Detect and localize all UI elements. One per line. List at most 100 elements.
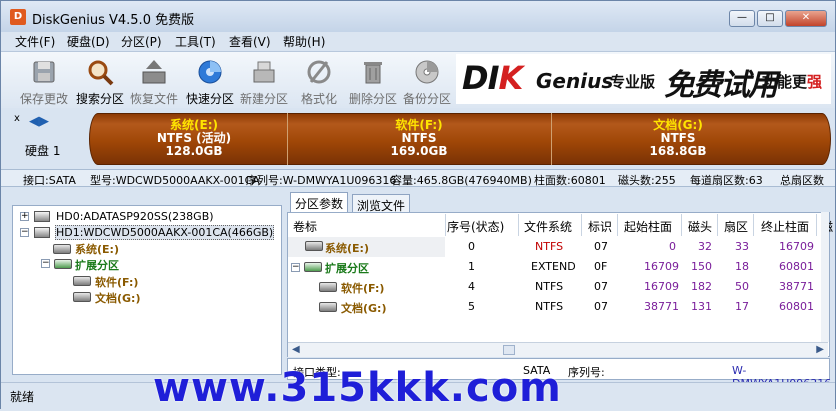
tree-item-system[interactable]: 系统(E:) [75,241,119,257]
menu-tools[interactable]: 工具(T) [175,33,216,50]
table-row-label[interactable]: 系统(E:) [325,240,369,256]
banner-brand-a: DI [462,59,499,97]
format-button[interactable]: 格式化 [291,55,347,107]
maximize-button[interactable]: □ [757,10,783,27]
close-button[interactable]: ✕ [785,10,827,27]
menu-view[interactable]: 查看(V) [229,33,271,50]
cell-end-cyl: 60801 [779,260,814,273]
cell-head: 182 [691,280,712,293]
tab-browse-files[interactable]: 浏览文件 [352,194,411,213]
menu-file[interactable]: 文件(F) [15,33,55,50]
format-label: 格式化 [300,92,337,106]
cell-filesystem: EXTEND [531,260,576,273]
scroll-right-icon[interactable]: ▶ [816,344,824,355]
trash-icon [364,62,382,84]
cell-start-cyl: 16709 [644,280,679,293]
disk-label: 硬盘 1 [25,144,61,158]
partition-icon [319,282,337,292]
banner-more-b: 强 [807,73,823,91]
quick-partition-icon [198,60,222,84]
expand-toggle-icon[interactable]: + [20,212,29,221]
tab-partition-params[interactable]: 分区参数 [290,192,349,212]
column-divider [445,214,446,236]
status-text: 就绪 [10,390,35,404]
collapse-toggle-icon[interactable]: − [41,259,50,268]
backup-partition-label: 备份分区 [402,92,451,106]
column-divider [681,214,682,236]
quick-partition-button[interactable]: 快速分区 [182,55,238,107]
partition-size: 168.8GB [649,144,707,158]
cell-head: 150 [691,260,712,273]
format-icon [307,60,331,84]
new-partition-button[interactable]: 新建分区 [236,55,292,107]
cell-id: 07 [594,300,608,313]
info-sectors: 每道扇区数:63 [690,174,763,187]
tree-item-hd0[interactable]: HD0:ADATASP920SS(238GB) [56,210,214,223]
column-divider [581,214,582,236]
table-horizontal-scrollbar[interactable]: ◀ ▶ [288,342,828,357]
partition-segment-system[interactable]: 系统(E:) NTFS (活动) 128.0GB [101,119,287,158]
delete-partition-label: 删除分区 [348,92,397,106]
scroll-left-icon[interactable]: ◀ [292,344,300,355]
col-header-sector[interactable]: 扇区 [724,218,748,235]
col-header-id[interactable]: 标识 [588,218,612,235]
table-row-label[interactable]: 软件(F:) [341,280,384,296]
info-capacity: 容量:465.8GB(476940MB) [391,174,532,187]
partition-segment-docs[interactable]: 文档(G:) NTFS 168.8GB [552,119,804,158]
cell-index: 0 [468,240,475,253]
cell-end-cyl: 60801 [779,300,814,313]
info-model: 型号:WDCWD5000AAKX-001CA [90,174,260,187]
banner-edition: 专业版 [610,73,656,91]
delete-partition-button[interactable]: 删除分区 [345,55,401,107]
cell-start-cyl: 16709 [644,260,679,273]
promo-banner[interactable]: DIK Genius 专业版 免费试用 功能更强 [456,54,831,104]
col-header-label[interactable]: 卷标 [293,218,317,235]
info-serial: 序列号:W-DMWYA1U096316 [246,174,397,187]
tree-item-docs[interactable]: 文档(G:) [95,290,140,306]
magnifier-icon [88,60,114,86]
quick-partition-label: 快速分区 [185,92,234,106]
menu-partition[interactable]: 分区(P) [121,33,162,50]
partition-icon [73,292,91,302]
cell-end-cyl: 16709 [779,240,814,253]
cell-id: 0F [594,260,608,273]
menu-disk[interactable]: 硬盘(D) [67,33,110,50]
table-vertical-scrollbar[interactable] [821,212,829,342]
info-heads: 磁头数:255 [618,174,676,187]
minimize-button[interactable]: — [729,10,755,27]
cell-end-cyl: 38771 [779,280,814,293]
disk-panel-close-icon[interactable]: x [14,113,20,124]
backup-disc-icon [415,60,439,84]
column-divider [717,214,718,236]
banner-brand-b: K [498,59,523,97]
info-interface: 接口:SATA [23,174,76,187]
menu-help[interactable]: 帮助(H) [283,33,325,50]
partition-segment-software[interactable]: 软件(F:) NTFS 169.0GB [288,119,550,158]
tree-item-extended[interactable]: 扩展分区 [75,257,119,273]
col-header-end-cyl[interactable]: 终止柱面 [761,218,809,235]
tree-item-hd1[interactable]: HD1:WDCWD5000AAKX-001CA(466GB) [55,225,275,240]
search-partition-label: 搜索分区 [75,92,124,106]
extended-partition-icon [54,259,72,269]
cell-id: 07 [594,240,608,253]
watermark-text: www.315kkk.com [153,365,562,411]
tree-item-software[interactable]: 软件(F:) [95,274,138,290]
banner-brand-rest: Genius [536,69,614,93]
table-row-label[interactable]: 文档(G:) [341,300,386,316]
col-header-filesystem[interactable]: 文件系统 [524,218,572,235]
recover-files-button[interactable]: 恢复文件 [126,55,182,107]
partition-size: 169.0GB [390,144,448,158]
col-header-head[interactable]: 磁头 [688,218,712,235]
col-header-start-cyl[interactable]: 起始柱面 [624,218,672,235]
collapse-toggle-icon[interactable]: − [20,228,29,237]
cell-start-cyl: 38771 [644,300,679,313]
extended-partition-icon [304,262,322,272]
disk-nav-arrows-icon[interactable]: ◀▶ [29,114,49,129]
collapse-toggle-icon[interactable]: − [291,263,300,272]
backup-partition-button[interactable]: 备份分区 [399,55,455,107]
table-row-label[interactable]: 扩展分区 [325,260,369,276]
search-partition-button[interactable]: 搜索分区 [72,55,128,107]
scroll-thumb[interactable] [503,345,515,355]
col-header-index[interactable]: 序号(状态) [447,218,504,235]
save-changes-button[interactable]: 保存更改 [16,55,72,107]
